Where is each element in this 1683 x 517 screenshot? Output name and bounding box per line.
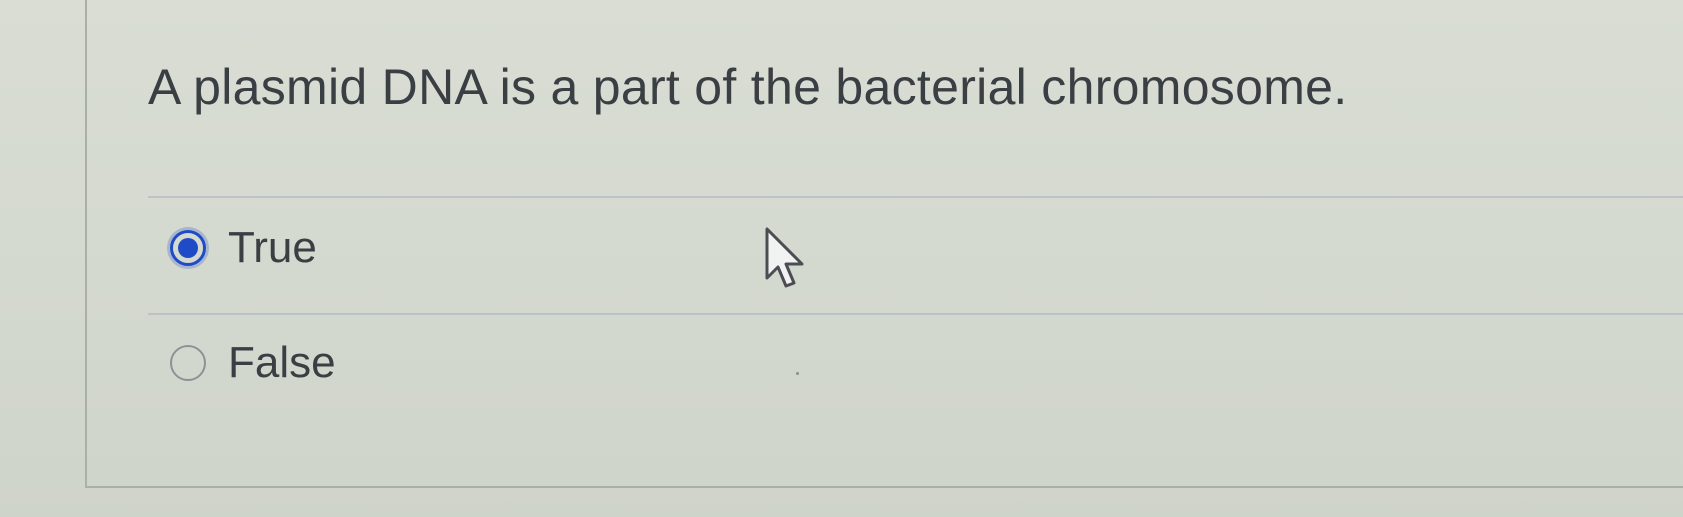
option-false-label: False (228, 338, 336, 387)
radio-false-unchecked[interactable] (170, 345, 206, 381)
radio-true-checked[interactable] (170, 230, 206, 266)
mouse-pointer-icon (765, 227, 804, 288)
question-text: A plasmid DNA is a part of the bacterial… (148, 59, 1348, 115)
option-true[interactable]: True (170, 218, 317, 278)
divider-top (148, 196, 1683, 198)
stray-dot (796, 372, 799, 375)
divider-middle (148, 313, 1683, 315)
screen: A plasmid DNA is a part of the bacterial… (0, 0, 1683, 517)
option-false[interactable]: False (170, 333, 336, 393)
option-true-label: True (228, 223, 317, 272)
